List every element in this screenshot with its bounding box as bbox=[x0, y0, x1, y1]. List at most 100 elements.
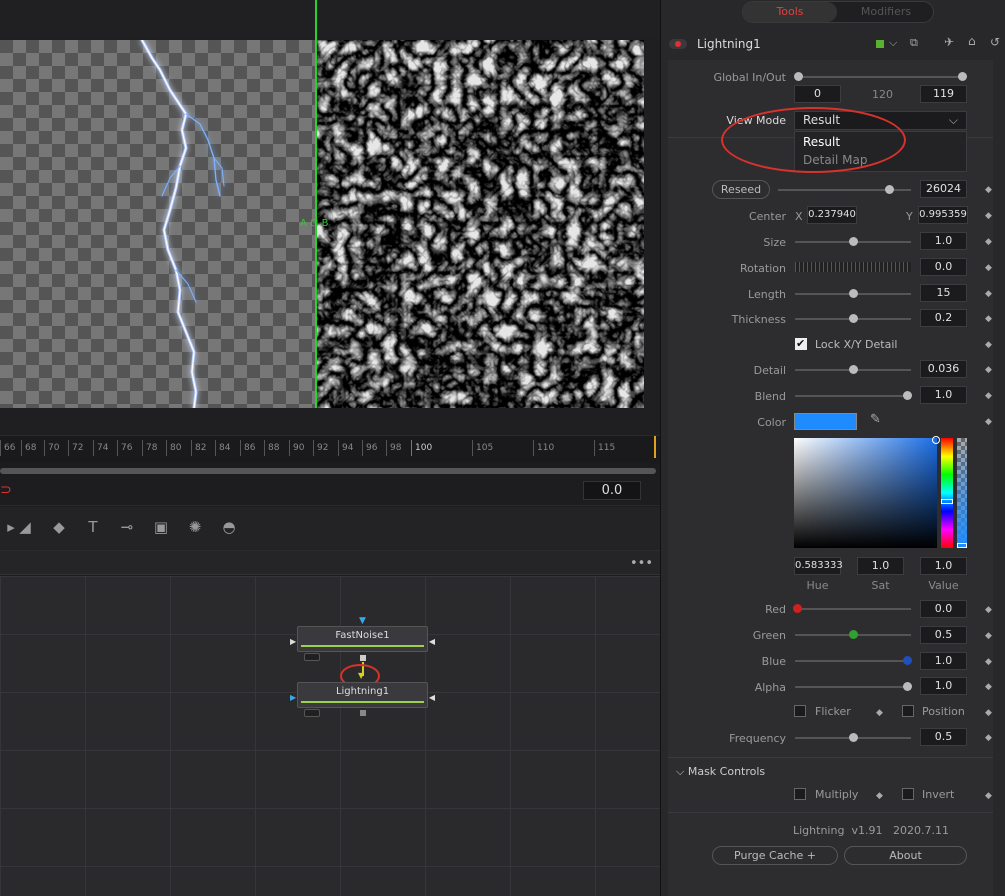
ab-split-indicator[interactable]: A ⊡ B bbox=[300, 218, 328, 229]
image-plane-3d-icon[interactable]: ◢ bbox=[14, 516, 36, 538]
slider-knob[interactable] bbox=[849, 314, 858, 323]
color-swatch[interactable] bbox=[794, 413, 857, 430]
keyframe-icon[interactable]: ◆ bbox=[985, 417, 992, 427]
keyframe-icon[interactable]: ◆ bbox=[985, 791, 992, 801]
keyframe-icon[interactable]: ◆ bbox=[985, 289, 992, 299]
keyframe-icon[interactable]: ◆ bbox=[985, 682, 992, 692]
purge-cache-button[interactable]: Purge Cache + bbox=[712, 846, 838, 865]
frequency-slider[interactable] bbox=[795, 733, 911, 742]
length-slider[interactable] bbox=[795, 289, 911, 298]
global-inout-slider[interactable] bbox=[794, 72, 967, 81]
node-fastnoise[interactable]: ▶ FastNoise1 ◀ bbox=[290, 626, 435, 661]
light-3d-icon[interactable]: ✺ bbox=[184, 516, 206, 538]
color-tag-icon[interactable] bbox=[876, 40, 884, 48]
slider-knob[interactable] bbox=[849, 289, 858, 298]
node-output-port[interactable] bbox=[360, 710, 366, 716]
center-y-field[interactable]: 0.995359 bbox=[918, 206, 968, 224]
slider-knob[interactable] bbox=[849, 365, 858, 374]
slider-knob[interactable] bbox=[885, 185, 894, 194]
center-x-field[interactable]: 0.237940 bbox=[807, 206, 857, 224]
invert-checkbox[interactable] bbox=[902, 788, 914, 800]
rotation-field[interactable]: 0.0 bbox=[920, 258, 967, 276]
color-picker-cursor[interactable] bbox=[932, 436, 940, 444]
slider-knob[interactable] bbox=[793, 604, 802, 613]
slider-knob[interactable] bbox=[903, 656, 912, 665]
versions-icon[interactable]: ⧉ bbox=[910, 36, 918, 50]
green-field[interactable]: 0.5 bbox=[920, 626, 967, 644]
hue-slider[interactable] bbox=[941, 438, 953, 548]
global-out-field[interactable]: 119 bbox=[920, 85, 967, 103]
size-field[interactable]: 1.0 bbox=[920, 232, 967, 250]
range-end-knob[interactable] bbox=[958, 72, 967, 81]
blend-slider[interactable] bbox=[795, 391, 912, 400]
rotation-dial[interactable] bbox=[795, 262, 911, 272]
renderer-3d-icon[interactable]: ▣ bbox=[150, 516, 172, 538]
about-button[interactable]: About bbox=[844, 846, 967, 865]
lock-xy-checkbox[interactable] bbox=[795, 337, 807, 350]
position-checkbox[interactable] bbox=[902, 705, 914, 717]
reset-icon[interactable]: ↺ bbox=[990, 35, 1000, 49]
keyframe-icon[interactable]: ◆ bbox=[985, 733, 992, 743]
eyedropper-icon[interactable]: ✎ bbox=[870, 412, 881, 427]
lock-icon[interactable]: ⌂ bbox=[968, 34, 976, 48]
keyframe-icon[interactable]: ◆ bbox=[985, 314, 992, 324]
tab-tools[interactable]: Tools bbox=[743, 2, 837, 22]
keyframe-icon[interactable]: ◆ bbox=[985, 605, 992, 615]
more-options-icon[interactable]: ••• bbox=[630, 556, 653, 571]
size-slider[interactable] bbox=[795, 237, 911, 246]
multiply-checkbox[interactable] bbox=[794, 788, 806, 800]
keyframe-icon[interactable]: ◆ bbox=[985, 391, 992, 401]
alpha-field[interactable]: 1.0 bbox=[920, 677, 967, 695]
keyframe-icon[interactable]: ◆ bbox=[985, 263, 992, 273]
keyframe-icon[interactable]: ◆ bbox=[985, 340, 992, 350]
split-wipe-line[interactable] bbox=[315, 0, 317, 408]
keyframe-icon[interactable]: ◆ bbox=[985, 708, 992, 718]
green-slider[interactable] bbox=[795, 630, 911, 639]
tab-modifiers[interactable]: Modifiers bbox=[839, 2, 933, 22]
shape-3d-icon[interactable]: ◆ bbox=[48, 516, 70, 538]
reseed-button[interactable]: Reseed bbox=[712, 180, 770, 199]
seed-slider[interactable] bbox=[778, 185, 911, 194]
length-field[interactable]: 15 bbox=[920, 284, 967, 302]
current-time-field[interactable]: 0.0 bbox=[583, 481, 641, 500]
tool-enable-toggle[interactable] bbox=[669, 39, 687, 49]
global-in-field[interactable]: 0 bbox=[794, 85, 841, 103]
alpha-marker[interactable] bbox=[957, 543, 967, 548]
keyframe-icon[interactable]: ◆ bbox=[876, 708, 883, 718]
blend-field[interactable]: 1.0 bbox=[920, 386, 967, 404]
node-thumb-toggle[interactable] bbox=[304, 653, 320, 661]
range-start-knob[interactable] bbox=[794, 72, 803, 81]
keyframe-icon[interactable]: ◆ bbox=[985, 211, 992, 221]
keyframe-icon[interactable]: ◆ bbox=[876, 791, 883, 801]
blue-slider[interactable] bbox=[795, 656, 912, 665]
alpha-value-slider[interactable] bbox=[795, 682, 912, 691]
node-output-port[interactable] bbox=[360, 655, 366, 661]
sat-field[interactable]: 1.0 bbox=[857, 557, 904, 575]
keyframe-icon[interactable]: ◆ bbox=[985, 185, 992, 195]
node-thumb-toggle[interactable] bbox=[304, 709, 320, 717]
slider-knob[interactable] bbox=[849, 733, 858, 742]
keyframe-icon[interactable]: ◆ bbox=[985, 365, 992, 375]
flicker-checkbox[interactable] bbox=[794, 705, 806, 717]
thickness-slider[interactable] bbox=[795, 314, 911, 323]
detail-slider[interactable] bbox=[795, 365, 911, 374]
blue-field[interactable]: 1.0 bbox=[920, 652, 967, 670]
red-field[interactable]: 0.0 bbox=[920, 600, 967, 618]
merge-3d-icon[interactable]: ⊸ bbox=[116, 516, 138, 538]
keyframe-icon[interactable]: ◆ bbox=[985, 237, 992, 247]
red-slider[interactable] bbox=[793, 604, 911, 613]
seed-field[interactable]: 26024 bbox=[920, 180, 967, 198]
hue-marker[interactable] bbox=[941, 499, 953, 504]
node-editor-canvas[interactable]: ▼ ▶ FastNoise1 ◀ ▼ ▶ Lightning1 ◀ bbox=[0, 576, 660, 896]
slider-knob[interactable] bbox=[903, 391, 912, 400]
slider-knob[interactable] bbox=[849, 237, 858, 246]
thickness-field[interactable]: 0.2 bbox=[920, 309, 967, 327]
text-3d-icon[interactable]: T bbox=[82, 516, 104, 538]
timeline-ruler[interactable]: 66 68 70 72 74 76 78 80 82 84 86 88 90 9… bbox=[0, 435, 660, 463]
frequency-field[interactable]: 0.5 bbox=[920, 728, 967, 746]
slider-knob[interactable] bbox=[903, 682, 912, 691]
slider-knob[interactable] bbox=[849, 630, 858, 639]
render-range-marker[interactable]: ⊃ bbox=[0, 482, 12, 498]
keyframe-icon[interactable]: ◆ bbox=[985, 657, 992, 667]
color-picker-field[interactable] bbox=[794, 438, 937, 548]
